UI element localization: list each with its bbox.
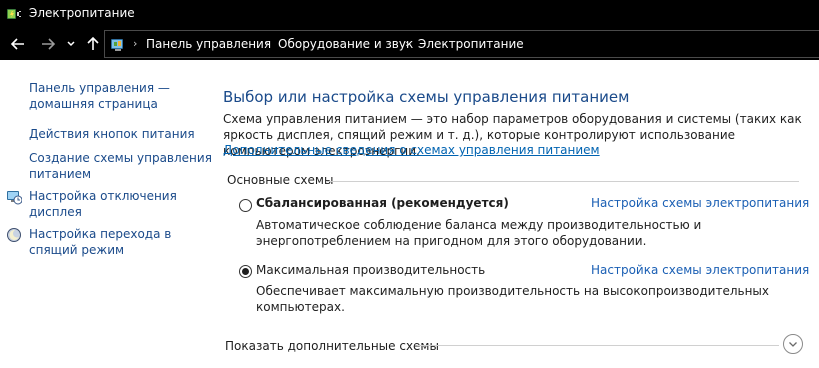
forward-button[interactable] [36,28,60,60]
display-clock-icon [6,189,23,205]
main-content: Выбор или настройка схемы управления пит… [205,60,819,368]
plan-description-high-performance: Обеспечивает максимальную производительн… [256,284,770,314]
arrow-left-icon [10,38,24,50]
sidebar-control-panel-home-link[interactable]: Панель управления — домашняя страница [29,80,170,112]
power-options-icon [6,6,22,22]
back-button[interactable] [6,28,30,60]
breadcrumb-hardware-and-sound[interactable]: Оборудование и звук [278,37,413,51]
expand-additional-plans-button[interactable] [783,334,803,354]
radio-high-performance-plan[interactable] [239,265,252,278]
arrow-up-icon [87,36,99,50]
breadcrumb-power-options[interactable]: Электропитание [418,37,524,51]
breadcrumb-separator[interactable]: › [405,37,409,50]
breadcrumb-separator[interactable]: › [265,37,269,50]
up-button[interactable] [82,28,104,60]
plan-name-high-performance[interactable]: Максимальная производительность [256,263,485,277]
navigation-bar: › Панель управления › Оборудование и зву… [0,28,819,60]
section-divider [417,345,779,346]
change-plan-settings-link-balanced[interactable]: Настройка схемы электропитания [591,196,809,210]
arrow-right-icon [42,38,56,50]
radio-balanced-plan[interactable] [239,199,252,212]
change-plan-settings-link-high-performance[interactable]: Настройка схемы электропитания [591,263,809,277]
show-additional-plans-label[interactable]: Показать дополнительные схемы [225,339,439,353]
plan-description-balanced: Автоматическое соблюдение баланса между … [256,218,702,248]
control-panel-icon [109,36,127,54]
chevron-circle-down-icon [789,342,797,347]
chevron-down-icon [67,41,75,47]
sidebar: Панель управления — домашняя страница Де… [0,60,212,368]
sidebar-item-display-off[interactable]: Настройка отключения дисплея [29,188,177,220]
page-title: Выбор или настройка схемы управления пит… [223,88,630,106]
sidebar-item-create-plan[interactable]: Создание схемы управления питанием [29,150,212,182]
sidebar-item-sleep[interactable]: Настройка перехода в спящий режим [29,226,171,258]
breadcrumb-control-panel[interactable]: Панель управления [146,37,271,51]
title-bar: Электропитание [0,0,819,28]
section-divider [327,181,799,182]
recent-locations-button[interactable] [63,28,79,60]
learn-more-link[interactable]: Дополнительные сведения о схемах управле… [223,143,600,157]
plan-name-balanced[interactable]: Сбалансированная (рекомендуется) [256,196,509,210]
breadcrumb-separator[interactable]: › [133,37,137,50]
window-title: Электропитание [29,6,135,20]
moon-sleep-icon [6,227,22,243]
sidebar-item-power-buttons[interactable]: Действия кнопок питания [29,126,195,142]
address-bar[interactable]: › Панель управления › Оборудование и зву… [104,30,819,58]
section-label-main-plans: Основные схемы [227,173,334,187]
